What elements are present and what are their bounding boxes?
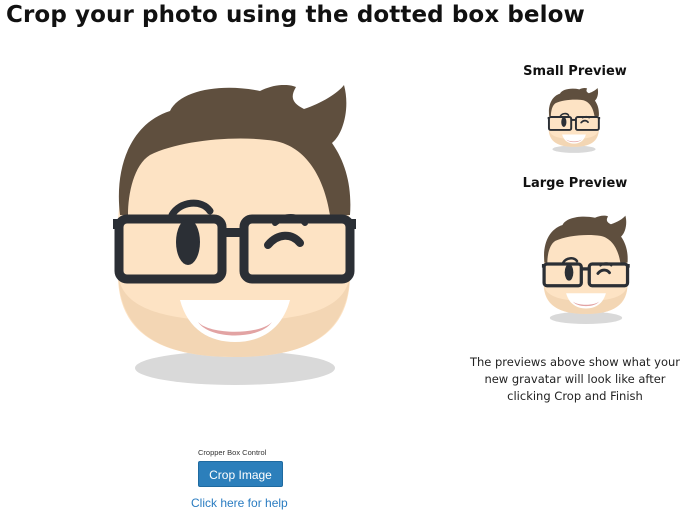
cropper-box-control-label: Cropper Box Control bbox=[198, 448, 267, 457]
large-preview-image bbox=[525, 212, 647, 324]
avatar-image bbox=[110, 85, 360, 390]
small-preview-image bbox=[547, 88, 601, 154]
crop-image-button[interactable]: Crop Image bbox=[198, 461, 283, 487]
preview-note: The previews above show what your new gr… bbox=[469, 355, 680, 403]
small-preview-title: Small Preview bbox=[523, 64, 627, 79]
crop-area[interactable] bbox=[110, 85, 360, 390]
large-preview-title: Large Preview bbox=[522, 176, 628, 191]
page-title: Crop your photo using the dotted box bel… bbox=[6, 2, 585, 28]
help-link[interactable]: Click here for help bbox=[191, 496, 288, 510]
